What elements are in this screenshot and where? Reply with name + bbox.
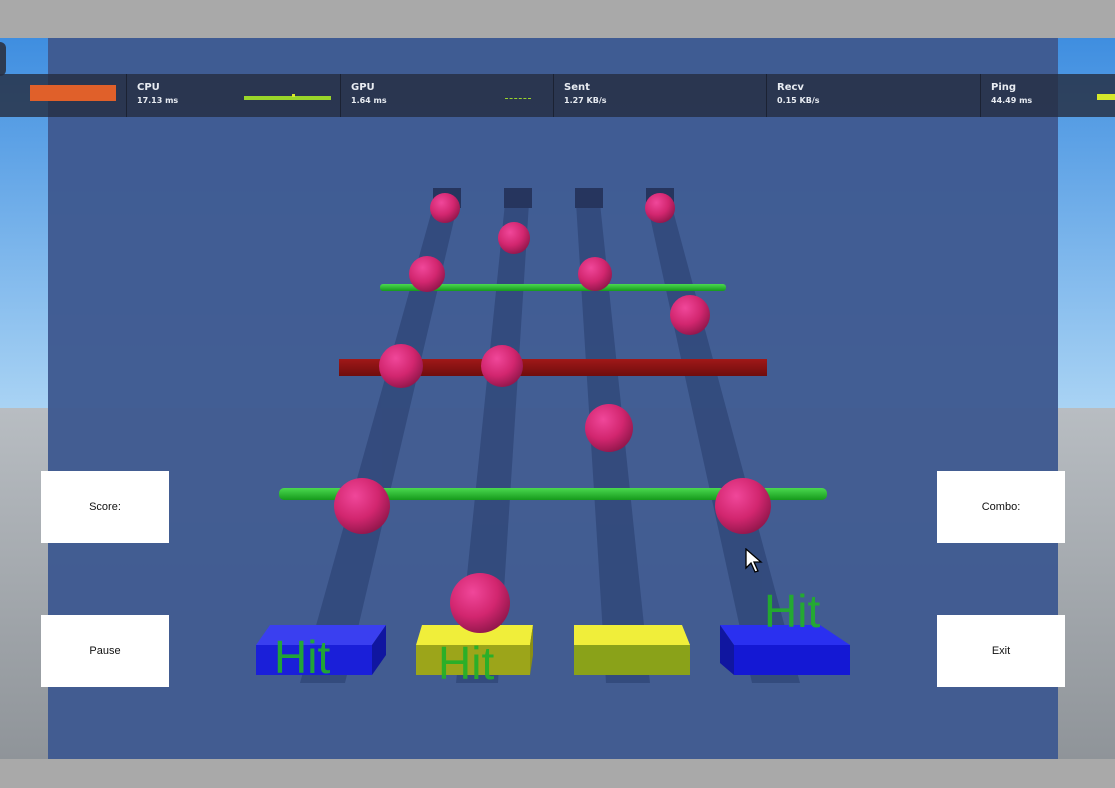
ping-graph	[1097, 94, 1115, 100]
pause-button[interactable]: Pause	[41, 615, 169, 687]
stat-cpu[interactable]: CPU 17.13 ms	[126, 74, 340, 117]
stat-recv[interactable]: Recv 0.15 KB/s	[766, 74, 980, 117]
stat-recv-value: 0.15 KB/s	[777, 96, 820, 105]
combo-label: Combo:	[981, 501, 1021, 513]
exit-button-label: Exit	[991, 645, 1011, 657]
stat-recv-label: Recv	[777, 82, 804, 93]
note	[481, 345, 523, 387]
note	[645, 193, 675, 223]
stat-ping[interactable]: Ping 44.49 ms	[980, 74, 1115, 117]
menu-tab[interactable]	[0, 42, 6, 76]
combo-display: Combo:	[937, 471, 1065, 543]
spawner-3	[575, 188, 603, 208]
performance-stats-bar: CPU 17.13 ms GPU 1.64 ms Sent 1.27 KB/s …	[0, 74, 1115, 117]
note	[430, 193, 460, 223]
stat-gpu-value: 1.64 ms	[351, 96, 387, 105]
memory-bar	[30, 85, 116, 101]
mouse-cursor-icon	[745, 548, 763, 573]
note	[334, 478, 390, 534]
note	[450, 573, 510, 633]
hit-pad-3[interactable]	[574, 625, 690, 675]
letterbox-bottom	[0, 759, 1115, 788]
exit-button[interactable]: Exit	[937, 615, 1065, 687]
hit-label-4: Hit	[764, 585, 821, 637]
note	[409, 256, 445, 292]
note	[578, 257, 612, 291]
cpu-graph	[244, 96, 331, 100]
stat-sent-label: Sent	[564, 82, 590, 93]
hit-label-1: Hit	[274, 631, 331, 683]
stat-gpu-label: GPU	[351, 82, 375, 93]
cpu-graph-peak	[292, 94, 295, 97]
lane-beams	[300, 203, 800, 683]
stat-cpu-value: 17.13 ms	[137, 96, 179, 105]
stat-sent-value: 1.27 KB/s	[564, 96, 607, 105]
pause-button-label: Pause	[89, 645, 121, 657]
note	[715, 478, 771, 534]
note	[379, 344, 423, 388]
stat-ping-value: 44.49 ms	[991, 96, 1033, 105]
spawner-2	[504, 188, 532, 208]
gpu-graph	[505, 98, 531, 101]
stat-sent[interactable]: Sent 1.27 KB/s	[553, 74, 766, 117]
stat-cpu-label: CPU	[137, 82, 160, 93]
score-label: Score:	[89, 501, 121, 513]
game-viewport: Hit Hit Hit CPU 17.13 ms GPU 1.64 ms Sen…	[0, 38, 1115, 759]
note	[498, 222, 530, 254]
score-display: Score:	[41, 471, 169, 543]
note	[670, 295, 710, 335]
stat-gpu[interactable]: GPU 1.64 ms	[340, 74, 553, 117]
stat-ping-label: Ping	[991, 82, 1017, 93]
note-spawners	[433, 188, 674, 208]
note	[585, 404, 633, 452]
hit-label-2: Hit	[438, 637, 495, 689]
letterbox-top	[0, 0, 1115, 38]
